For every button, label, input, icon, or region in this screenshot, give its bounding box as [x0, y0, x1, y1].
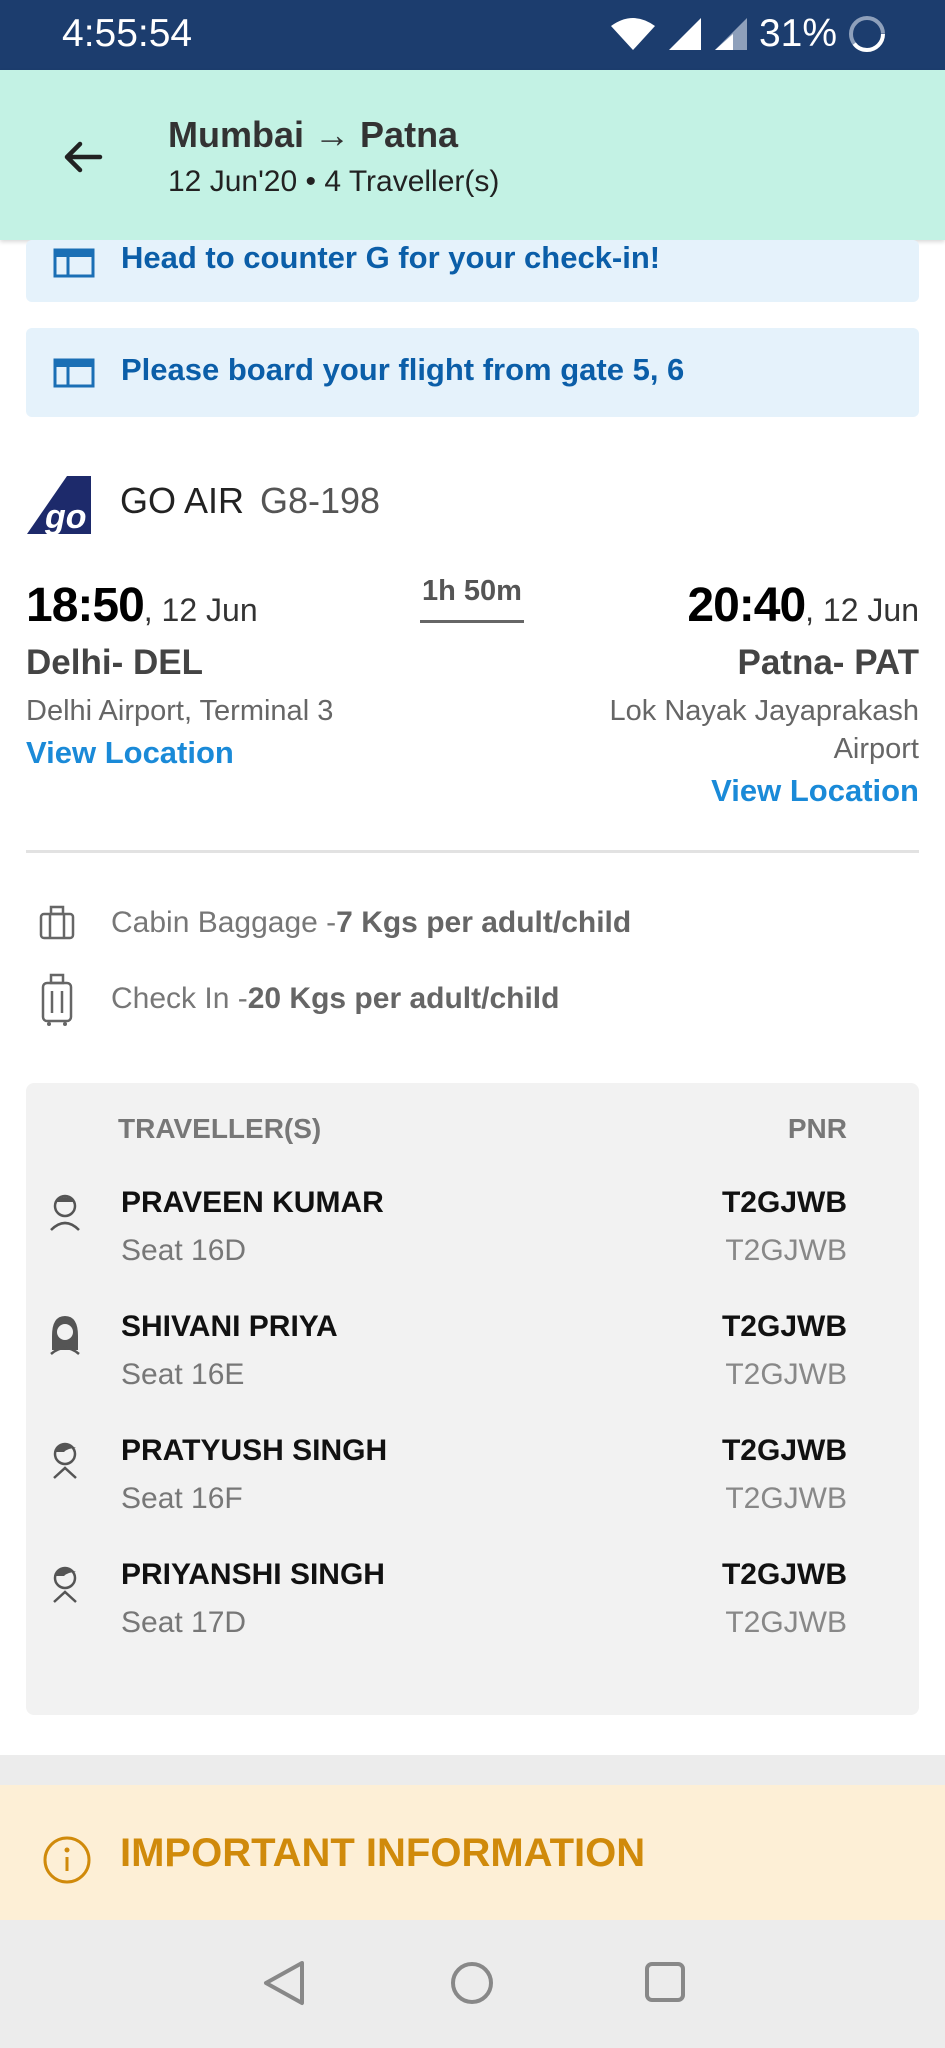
- checkin-baggage-value: 20 Kgs per adult/child: [247, 982, 560, 1015]
- person-icon: [50, 1194, 80, 1231]
- section-divider: [26, 850, 919, 853]
- status-time: 4:55:54: [62, 12, 193, 55]
- arrival-airport-line1: Lok Nayak Jayaprakash: [609, 695, 920, 727]
- traveller-pnr: T2GJWB: [721, 1434, 847, 1467]
- traveller-pnr-secondary: T2GJWB: [725, 1358, 847, 1391]
- departure-time: 18:50: [26, 579, 145, 632]
- signal-icon: [668, 18, 701, 50]
- cabin-baggage-label: Cabin Baggage -: [111, 906, 337, 939]
- checkin-counter-banner: Head to counter G for your check-in!: [26, 240, 919, 302]
- traveller-pnr: T2GJWB: [721, 1558, 847, 1591]
- departure-time-row: 18:50, 12 Jun: [26, 578, 258, 633]
- person-icon: [53, 1442, 77, 1479]
- traveller-seat: Seat 16F: [121, 1482, 243, 1515]
- travellers-card: TRAVELLER(S) PNR PRAVEEN KUMAR Seat 16D …: [26, 1083, 919, 1715]
- suitcase-icon: [41, 973, 73, 1026]
- traveller-pnr: T2GJWB: [721, 1310, 847, 1343]
- checkin-baggage-label: Check In -: [111, 982, 248, 1015]
- traveller-name: SHIVANI PRIYA: [121, 1310, 338, 1343]
- cabin-bag-icon: [39, 905, 75, 940]
- departure-airport: Delhi Airport, Terminal 3: [26, 695, 334, 727]
- wifi-icon: [610, 18, 655, 50]
- pnr-header: PNR: [787, 1113, 847, 1144]
- flight-number: G8-198: [260, 480, 381, 521]
- traveller-pnr: T2GJWB: [721, 1186, 847, 1219]
- arrival-airport-line2: Airport: [833, 733, 919, 765]
- person-icon: [50, 1316, 80, 1355]
- departure-city: Delhi- DEL: [26, 643, 203, 682]
- important-information-title: IMPORTANT INFORMATION: [120, 1831, 646, 1875]
- departure-view-location-link[interactable]: View Location: [26, 735, 234, 771]
- nav-home-icon[interactable]: [450, 1961, 494, 2005]
- traveller-pnr-secondary: T2GJWB: [725, 1482, 847, 1515]
- banner-text: Head to counter G for your check-in!: [121, 240, 661, 275]
- traveller-seat: Seat 16D: [121, 1234, 247, 1267]
- banner-text: Please board your flight from gate 5, 6: [121, 352, 685, 387]
- battery-percent: 31%: [758, 12, 837, 55]
- nav-recents-icon[interactable]: [644, 1961, 686, 2003]
- checkin-baggage-text: Check In -20 Kgs per adult/child: [111, 982, 559, 1016]
- arrival-date: , 12 Jun: [805, 592, 919, 628]
- section-gap: [0, 1755, 945, 1785]
- status-icons: 31%: [609, 12, 887, 56]
- traveller-row: PRATYUSH SINGH Seat 16F T2GJWB T2GJWB: [26, 1434, 919, 1558]
- trip-subtitle: 12 Jun'20 • 4 Traveller(s): [168, 165, 500, 198]
- signal-weak-icon: [714, 18, 747, 50]
- route-title: Mumbai → Patna: [168, 114, 458, 156]
- goair-logo: go: [27, 476, 91, 536]
- app-header: Mumbai → Patna 12 Jun'20 • 4 Traveller(s…: [0, 70, 945, 240]
- arrival-time: 20:40: [687, 579, 806, 632]
- flight-duration: 1h 50m: [422, 575, 522, 607]
- traveller-seat: Seat 16E: [121, 1358, 245, 1391]
- traveller-name: PRAVEEN KUMAR: [121, 1186, 384, 1219]
- svg-text:go: go: [44, 498, 87, 536]
- traveller-seat: Seat 17D: [121, 1606, 247, 1639]
- airline-name: GO AIR: [120, 480, 245, 521]
- route-from: Mumbai: [168, 114, 305, 155]
- traveller-name: PRATYUSH SINGH: [121, 1434, 388, 1467]
- route-to: Patna: [360, 114, 459, 155]
- boarding-gate-banner: Please board your flight from gate 5, 6: [26, 328, 919, 417]
- route-arrow: →: [314, 114, 351, 155]
- travellers-header: TRAVELLER(S): [118, 1113, 322, 1144]
- arrival-view-location-link[interactable]: View Location: [711, 773, 919, 809]
- back-arrow-icon[interactable]: [58, 132, 108, 182]
- info-icon: [43, 1836, 91, 1884]
- battery-icon: [849, 16, 885, 52]
- traveller-row: PRIYANSHI SINGH Seat 17D T2GJWB T2GJWB: [26, 1558, 919, 1682]
- cabin-baggage-value: 7 Kgs per adult/child: [336, 906, 632, 939]
- arrival-airport: Lok Nayak Jayaprakash Airport: [610, 692, 920, 768]
- important-information-section[interactable]: IMPORTANT INFORMATION: [0, 1785, 945, 1920]
- counter-icon: [53, 248, 95, 278]
- traveller-row: PRAVEEN KUMAR Seat 16D T2GJWB T2GJWB: [26, 1186, 919, 1310]
- traveller-row: SHIVANI PRIYA Seat 16E T2GJWB T2GJWB: [26, 1310, 919, 1434]
- duration-line: [420, 620, 524, 623]
- traveller-pnr-secondary: T2GJWB: [725, 1606, 847, 1639]
- arrival-city: Patna- PAT: [737, 643, 920, 682]
- system-navigation-bar: [0, 1920, 945, 2048]
- departure-date: , 12 Jun: [143, 592, 258, 628]
- traveller-pnr-secondary: T2GJWB: [725, 1234, 847, 1267]
- person-icon: [53, 1566, 77, 1603]
- traveller-name: PRIYANSHI SINGH: [121, 1558, 385, 1591]
- counter-icon: [53, 358, 95, 388]
- status-bar: 4:55:54 31%: [0, 0, 945, 70]
- cabin-baggage-text: Cabin Baggage -7 Kgs per adult/child: [111, 906, 631, 940]
- arrival-time-row: 20:40, 12 Jun: [687, 578, 919, 633]
- nav-back-icon[interactable]: [262, 1960, 306, 2006]
